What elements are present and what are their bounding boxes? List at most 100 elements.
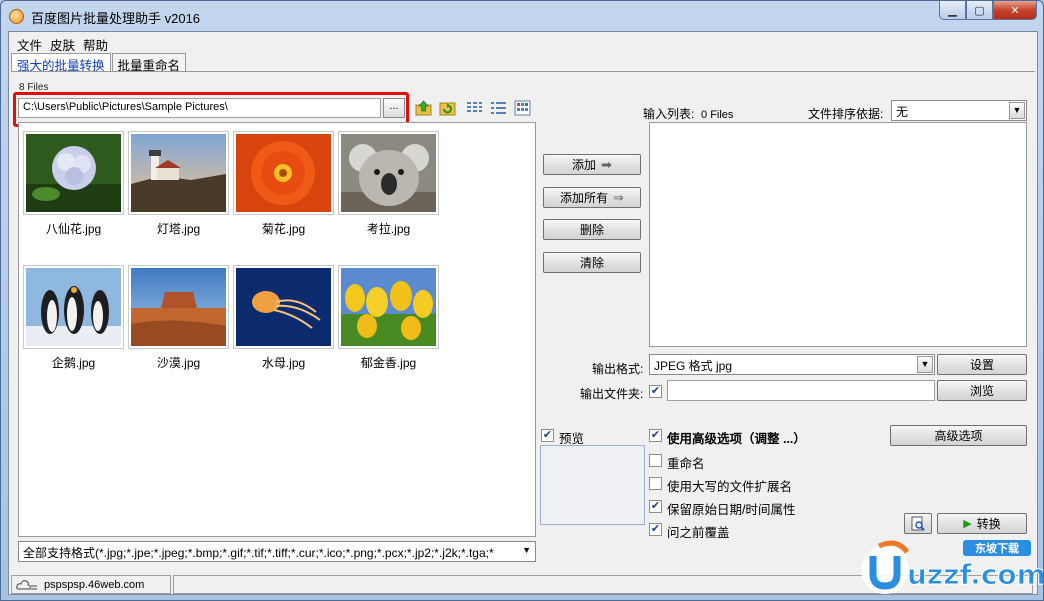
format-filter-value: 全部支持格式(*.jpg;*.jpe;*.jpeg;*.bmp;*.gif;*.… [23, 546, 494, 560]
tab-batch-rename[interactable]: 批量重命名 [111, 53, 187, 73]
menu-bar: 文件 皮肤 帮助 [9, 32, 1037, 53]
thumbnail-name: 沙漠.jpg [156, 356, 201, 370]
maximize-button[interactable]: ▢ [966, 1, 993, 20]
status-pane-site: pspspsp.46web.com [11, 575, 171, 594]
menu-help[interactable]: 帮助 [81, 32, 114, 53]
thumbnail-name: 灯塔.jpg [156, 222, 201, 236]
add-all-label: 添加所有 [560, 191, 609, 205]
input-file-list[interactable] [649, 122, 1027, 347]
sort-label: 文件排序依据: [808, 107, 884, 121]
rename-label: 重命名 [667, 457, 705, 471]
thumbnail-panel[interactable]: 八仙花.jpg 灯塔.jpg 菊花.jpg 考拉.jpg 企鹅.jpg 沙漠.j… [18, 122, 536, 537]
thumbnail-name: 菊花.jpg [261, 222, 306, 236]
chrysanthemum-photo [236, 134, 331, 212]
double-arrow-right-icon: ⇒ [613, 189, 624, 205]
tab-batch-convert[interactable]: 强大的批量转换 [11, 53, 111, 73]
thumbnail-item[interactable]: 水母.jpg [233, 265, 334, 371]
ask-overwrite-checkbox[interactable]: ✔ [649, 523, 662, 536]
output-format-value: JPEG 格式 jpg [654, 359, 733, 373]
play-icon: ▶ [963, 518, 972, 530]
chevron-down-icon: ▼ [917, 356, 933, 373]
output-folder-input[interactable] [667, 380, 935, 401]
thumbnail-item[interactable]: 灯塔.jpg [128, 131, 229, 237]
minimize-icon: ▁ [948, 4, 957, 17]
jellyfish-photo [236, 268, 331, 346]
dropdown-arrow-icon: ▼ [522, 545, 531, 555]
sort-select[interactable]: 无 ▼ [891, 100, 1027, 121]
koala-photo [341, 134, 436, 212]
cloud-icon [16, 579, 37, 589]
folder-up-icon[interactable] [415, 100, 432, 116]
uppercase-ext-label: 使用大写的文件扩展名 [667, 480, 793, 494]
thumbnail-item[interactable]: 企鹅.jpg [23, 265, 124, 371]
close-button[interactable]: ✕ [993, 1, 1037, 20]
delete-button[interactable]: 删除 [543, 219, 641, 240]
settings-button[interactable]: 设置 [937, 354, 1027, 375]
output-format-select[interactable]: JPEG 格式 jpg ▼ [649, 354, 935, 375]
add-label: 添加 [572, 158, 597, 172]
format-filter-select[interactable]: 全部支持格式(*.jpg;*.jpe;*.jpeg;*.bmp;*.gif;*.… [18, 541, 536, 562]
uppercase-ext-checkbox[interactable] [649, 477, 662, 490]
title-bar: 百度图片批量处理助手 v2016 ▁ ▢ ✕ [1, 1, 1043, 31]
detail-view-icon[interactable] [490, 100, 507, 116]
clear-button[interactable]: 清除 [543, 252, 641, 273]
thumbnail-item[interactable]: 考拉.jpg [338, 131, 439, 237]
output-format-label: 输出格式: [592, 362, 644, 376]
browse-button[interactable]: 浏览 [937, 380, 1027, 401]
app-window: 百度图片批量处理助手 v2016 ▁ ▢ ✕ 文件 皮肤 帮助 强大的批量转换 … [0, 0, 1044, 601]
add-button[interactable]: 添加 ➡ [543, 154, 641, 175]
advanced-options-button[interactable]: 高级选项 [890, 425, 1027, 446]
uzzf-watermark-logo: 东坡下载 uzzf.com [861, 540, 1043, 594]
menu-skin[interactable]: 皮肤 [48, 32, 81, 53]
preview-checkbox[interactable]: ✔ [541, 429, 554, 442]
penguins-photo [26, 268, 121, 346]
tulips-photo [341, 268, 436, 346]
tab-strip: 强大的批量转换 批量重命名 [11, 53, 187, 73]
watermark-cn: 东坡下载 [975, 541, 1019, 555]
preview-area [540, 445, 645, 525]
thumbnail-item[interactable]: 八仙花.jpg [23, 131, 124, 237]
menu-file[interactable]: 文件 [15, 32, 48, 53]
document-search-icon [911, 516, 925, 531]
thumbnail-name: 考拉.jpg [366, 222, 411, 236]
lighthouse-photo [131, 134, 226, 212]
watermark-en: uzzf.com [907, 558, 1043, 591]
thumbnail-name: 八仙花.jpg [45, 222, 102, 236]
thumbnail-name: 水母.jpg [261, 356, 306, 370]
close-icon: ✕ [1010, 4, 1020, 17]
refresh-icon[interactable] [439, 100, 456, 116]
chevron-down-icon: ▼ [1009, 102, 1025, 119]
thumbnail-name: 企鹅.jpg [51, 356, 96, 370]
thumbnail-item[interactable]: 沙漠.jpg [128, 265, 229, 371]
client-area: 文件 皮肤 帮助 强大的批量转换 批量重命名 8 Files C:\Users\… [8, 31, 1038, 595]
arrow-right-icon: ➡ [601, 156, 612, 172]
thumbnail-view-icon[interactable] [514, 100, 531, 116]
app-icon [9, 9, 24, 24]
add-all-button[interactable]: 添加所有 ⇒ [543, 187, 641, 208]
thumbnail-item[interactable]: 郁金香.jpg [338, 265, 439, 371]
rename-checkbox[interactable] [649, 454, 662, 467]
advanced-options-checkbox[interactable]: ✔ [649, 429, 662, 442]
keep-date-checkbox[interactable]: ✔ [649, 500, 662, 513]
convert-panel: 8 Files C:\Users\Public\Pictures\Sample … [11, 71, 1035, 574]
keep-date-label: 保留原始日期/时间属性 [667, 503, 796, 517]
input-list-label: 输入列表: 0 Files [643, 107, 734, 121]
maximize-icon: ▢ [974, 4, 985, 17]
convert-button[interactable]: ▶ 转换 [937, 513, 1027, 534]
status-site: pspspsp.46web.com [44, 578, 145, 591]
minimize-button[interactable]: ▁ [939, 1, 966, 20]
sort-value: 无 [896, 105, 909, 119]
output-folder-label: 输出文件夹: [580, 387, 644, 401]
convert-label: 转换 [976, 517, 1001, 531]
thumbnail-item[interactable]: 菊花.jpg [233, 131, 334, 237]
thumbnail-name: 郁金香.jpg [360, 356, 417, 370]
list-view-icon[interactable] [466, 100, 483, 116]
input-list-count: 0 Files [701, 109, 734, 121]
output-folder-checkbox[interactable]: ✔ [649, 385, 662, 398]
desert-photo [131, 268, 226, 346]
window-title: 百度图片批量处理助手 v2016 [31, 11, 201, 26]
hydrangea-photo [26, 134, 121, 212]
preview-doc-button[interactable] [904, 513, 932, 534]
ask-overwrite-label: 问之前覆盖 [667, 526, 730, 540]
advanced-options-label: 使用高级选项（调整 ...） [667, 432, 806, 446]
